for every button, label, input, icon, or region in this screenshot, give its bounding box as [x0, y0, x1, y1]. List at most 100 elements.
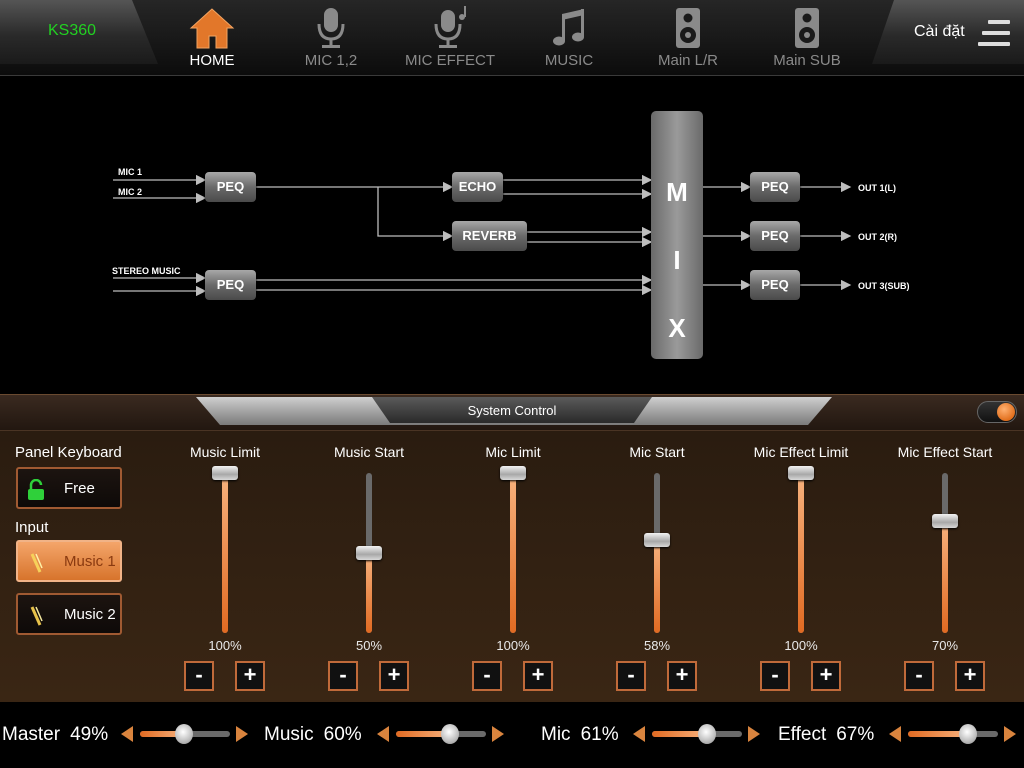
input-label: Input	[15, 519, 49, 536]
effect-level-track[interactable]	[908, 731, 998, 737]
mic-value: 61%	[580, 724, 619, 745]
peq-output-3-block[interactable]: PEQ	[750, 270, 800, 300]
slider-thumb[interactable]	[932, 514, 958, 528]
effect-increase-arrow-icon[interactable]	[1004, 726, 1016, 742]
slider-value: 100%	[208, 638, 242, 653]
increase-button[interactable]: +	[523, 661, 553, 691]
mix-letter-m: M	[666, 177, 688, 207]
panel-keyboard-label: Panel Keyboard	[15, 444, 122, 461]
reverb-block[interactable]: REVERB	[452, 221, 527, 251]
mix-block: M I X	[651, 111, 703, 359]
music-decrease-arrow-icon[interactable]	[377, 726, 389, 742]
music-level-thumb[interactable]	[441, 724, 459, 744]
effect-level-readout: Effect 67%	[778, 724, 874, 746]
decrease-button[interactable]: -	[760, 661, 790, 691]
master-level-readout: Master 49%	[2, 724, 108, 746]
toggle-knob	[997, 403, 1015, 421]
tab-main-lr-label: Main L/R	[657, 52, 719, 69]
mic-level-thumb[interactable]	[697, 724, 716, 744]
slider-fill	[942, 521, 948, 633]
increase-button[interactable]: +	[811, 661, 841, 691]
tab-main-sub[interactable]: Main SUB	[747, 6, 867, 72]
tab-mic-effect-label: MIC EFFECT	[405, 52, 495, 69]
home-icon	[189, 8, 235, 49]
echo-block[interactable]: ECHO	[452, 172, 503, 202]
decrease-button[interactable]: -	[616, 661, 646, 691]
menu-icon[interactable]	[978, 20, 1010, 46]
keyboard-free-button[interactable]: Free	[16, 467, 122, 509]
tab-home[interactable]: HOME	[152, 6, 272, 72]
slider-thumb[interactable]	[500, 466, 526, 480]
system-control-panel: Panel Keyboard Free Input Music 1 Music …	[0, 430, 1024, 702]
slider-name: Mic Effect Limit	[753, 444, 849, 460]
slider-mic-effect-start: Mic Effect Start 70% - +	[880, 431, 1010, 703]
keyboard-free-label: Free	[64, 480, 95, 497]
slider-thumb[interactable]	[212, 466, 238, 480]
output-label-1: OUT 1(L)	[858, 183, 896, 193]
music-value: 60%	[323, 724, 362, 745]
tab-mic-1-2[interactable]: MIC 1,2	[271, 6, 391, 72]
mic-increase-arrow-icon[interactable]	[748, 726, 760, 742]
input-music-2-label: Music 2	[64, 606, 116, 623]
input-music-2-button[interactable]: Music 2	[16, 593, 122, 635]
slider-thumb[interactable]	[788, 466, 814, 480]
decrease-button[interactable]: -	[184, 661, 214, 691]
slider-thumb[interactable]	[356, 546, 382, 560]
settings-button[interactable]: Cài đặt	[872, 0, 1024, 64]
slider-fill	[510, 473, 516, 633]
slider-mic-limit: Mic Limit 100% - +	[448, 431, 578, 703]
increase-button[interactable]: +	[667, 661, 697, 691]
music-level-readout: Music 60%	[264, 724, 362, 746]
tab-home-label: HOME	[189, 52, 235, 69]
mic-decrease-arrow-icon[interactable]	[633, 726, 645, 742]
slider-track[interactable]	[942, 473, 948, 633]
peq-output-2-block[interactable]: PEQ	[750, 221, 800, 251]
slider-thumb[interactable]	[644, 533, 670, 548]
slider-music-limit: Music Limit 100% - +	[160, 431, 290, 703]
decrease-button[interactable]: -	[472, 661, 502, 691]
mic-level-readout: Mic 61%	[541, 724, 619, 746]
tab-music-label: MUSIC	[544, 52, 594, 69]
peq-output-1-block[interactable]: PEQ	[750, 172, 800, 202]
input-label-mic-1: MIC 1	[118, 167, 143, 177]
slider-track[interactable]	[654, 473, 660, 633]
input-music-1-button[interactable]: Music 1	[16, 540, 122, 582]
music-increase-arrow-icon[interactable]	[492, 726, 504, 742]
tab-mic-effect[interactable]: MIC EFFECT	[390, 6, 510, 72]
input-label-stereo-music: STEREO MUSIC	[112, 266, 181, 276]
slider-track[interactable]	[222, 473, 228, 633]
decrease-button[interactable]: -	[328, 661, 358, 691]
slider-value: 50%	[355, 638, 383, 653]
input-music-1-label: Music 1	[64, 553, 116, 570]
slider-track[interactable]	[798, 473, 804, 633]
tab-music[interactable]: MUSIC	[509, 6, 629, 72]
increase-button[interactable]: +	[235, 661, 265, 691]
tab-main-sub-label: Main SUB	[773, 52, 841, 69]
input-label-mic-2: MIC 2	[118, 187, 143, 197]
decrease-button[interactable]: -	[904, 661, 934, 691]
effect-level-thumb[interactable]	[959, 724, 978, 744]
master-level-thumb[interactable]	[175, 724, 194, 744]
slider-name: Music Start	[333, 444, 404, 460]
device-name-badge: KS360	[0, 0, 158, 64]
mic-label: Mic	[541, 724, 571, 745]
slider-name: Mic Start	[629, 444, 685, 460]
slider-name: Mic Limit	[485, 444, 541, 460]
peq-input-mic-block[interactable]: PEQ	[205, 172, 256, 202]
peq-input-music-block[interactable]: PEQ	[205, 270, 256, 300]
top-navigation-bar: KS360 HOME MIC 1,2 MIC EFFECT MUSIC Main…	[0, 0, 1024, 76]
master-increase-arrow-icon[interactable]	[236, 726, 248, 742]
audio-jack-icon	[30, 606, 43, 626]
slider-track[interactable]	[510, 473, 516, 633]
slider-name: Mic Effect Start	[897, 444, 993, 460]
music-label: Music	[264, 724, 314, 745]
tab-main-lr[interactable]: Main L/R	[628, 6, 748, 72]
increase-button[interactable]: +	[379, 661, 409, 691]
increase-button[interactable]: +	[955, 661, 985, 691]
effect-decrease-arrow-icon[interactable]	[889, 726, 901, 742]
slider-value: 100%	[496, 638, 530, 653]
unlock-icon	[28, 479, 44, 500]
system-control-toggle[interactable]	[977, 401, 1017, 423]
master-decrease-arrow-icon[interactable]	[121, 726, 133, 742]
settings-label: Cài đặt	[914, 23, 965, 40]
